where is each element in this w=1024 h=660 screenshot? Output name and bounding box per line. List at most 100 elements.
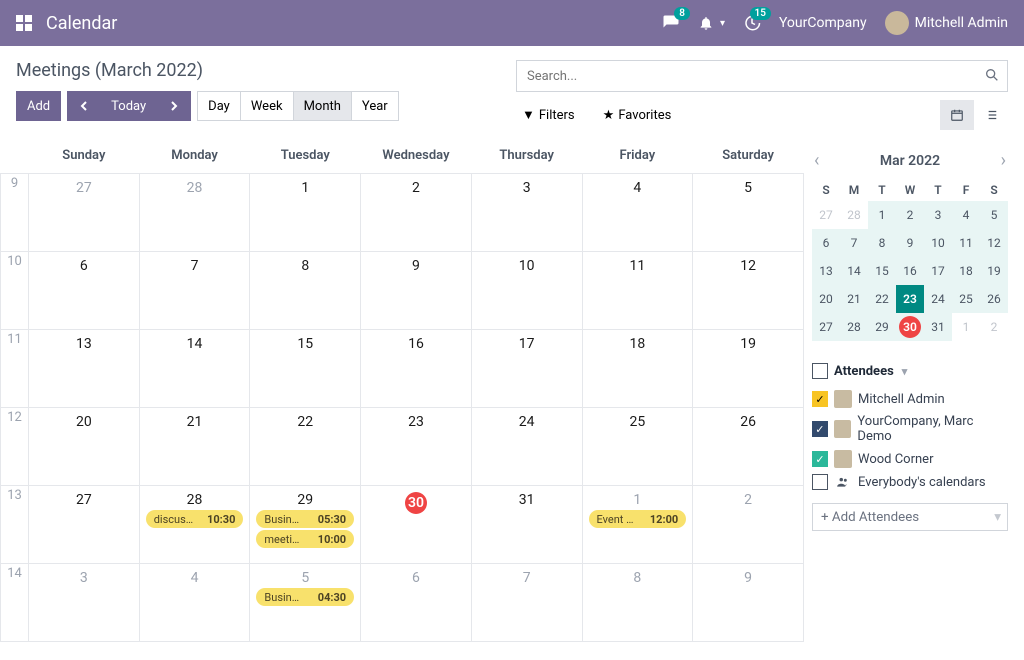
day-cell[interactable]: 2	[361, 174, 472, 252]
filters-button[interactable]: ▼Filters	[516, 100, 581, 130]
attendee-row[interactable]: ✓YourCompany, Marc Demo	[812, 411, 1008, 447]
mini-day[interactable]: 12	[980, 229, 1008, 257]
list-view-button[interactable]	[974, 100, 1008, 130]
mini-day[interactable]: 16	[896, 257, 924, 285]
mini-day[interactable]: 6	[812, 229, 840, 257]
messages-icon[interactable]: 8	[662, 14, 680, 32]
attendee-row[interactable]: ✓Wood Corner	[812, 447, 1008, 471]
day-cell[interactable]: 12	[693, 252, 804, 330]
day-cell[interactable]: 3	[471, 174, 582, 252]
day-cell[interactable]: 6	[361, 564, 472, 642]
mini-day[interactable]: 24	[924, 285, 952, 313]
attendees-toggle-all[interactable]	[812, 363, 828, 379]
user-menu[interactable]: Mitchell Admin	[885, 11, 1008, 35]
search-icon[interactable]	[984, 67, 1000, 83]
day-cell[interactable]: 25	[582, 408, 693, 486]
mini-day[interactable]: 7	[840, 229, 868, 257]
mini-day[interactable]: 28	[840, 313, 868, 341]
view-day-button[interactable]: Day	[197, 91, 241, 121]
mini-next-button[interactable]: ›	[1001, 150, 1006, 171]
mini-day[interactable]: 21	[840, 285, 868, 313]
day-cell[interactable]: 1	[250, 174, 361, 252]
day-cell[interactable]: 4	[139, 564, 250, 642]
attendee-row[interactable]: ✓Mitchell Admin	[812, 387, 1008, 411]
mini-day[interactable]: 11	[952, 229, 980, 257]
day-cell[interactable]: 11	[582, 252, 693, 330]
calendar-event[interactable]: Busin…05:30	[256, 510, 354, 528]
day-cell[interactable]: 5Busin…04:30	[250, 564, 361, 642]
mini-day[interactable]: 8	[868, 229, 896, 257]
activity-icon[interactable]: 15	[743, 14, 761, 32]
day-cell[interactable]: 7	[471, 564, 582, 642]
attendee-checkbox[interactable]: ✓	[812, 421, 828, 437]
add-button[interactable]: Add	[16, 91, 61, 121]
day-cell[interactable]: 1Event …12:00	[582, 486, 693, 564]
day-cell[interactable]: 8	[582, 564, 693, 642]
day-cell[interactable]: 29Busin…05:30meeti…10:00	[250, 486, 361, 564]
mini-day[interactable]: 1	[868, 201, 896, 229]
mini-day[interactable]: 22	[868, 285, 896, 313]
day-cell[interactable]: 9	[693, 564, 804, 642]
day-cell[interactable]: 2	[693, 486, 804, 564]
mini-day[interactable]: 19	[980, 257, 1008, 285]
mini-day[interactable]: 14	[840, 257, 868, 285]
day-cell[interactable]: 15	[250, 330, 361, 408]
view-month-button[interactable]: Month	[294, 91, 352, 121]
mini-day[interactable]: 2	[980, 313, 1008, 341]
attendee-row[interactable]: Everybody's calendars	[812, 471, 1008, 493]
day-cell[interactable]: 3	[29, 564, 140, 642]
day-cell[interactable]: 22	[250, 408, 361, 486]
app-brand[interactable]: Calendar	[46, 13, 117, 34]
day-cell[interactable]: 24	[471, 408, 582, 486]
calendar-view-button[interactable]	[940, 100, 974, 130]
mini-day[interactable]: 25	[952, 285, 980, 313]
mini-day[interactable]: 30	[896, 313, 924, 341]
apps-icon[interactable]	[16, 15, 32, 31]
mini-day[interactable]: 3	[924, 201, 952, 229]
mini-day[interactable]: 13	[812, 257, 840, 285]
attendees-header[interactable]: Attendees ▾	[812, 363, 1008, 379]
mini-day[interactable]: 27	[812, 201, 840, 229]
day-cell[interactable]: 10	[471, 252, 582, 330]
favorites-button[interactable]: ★Favorites	[597, 100, 678, 130]
day-cell[interactable]: 30	[361, 486, 472, 564]
day-cell[interactable]: 14	[139, 330, 250, 408]
calendar-event[interactable]: discus…10:30	[146, 510, 244, 528]
day-cell[interactable]: 21	[139, 408, 250, 486]
mini-day[interactable]: 10	[924, 229, 952, 257]
day-cell[interactable]: 19	[693, 330, 804, 408]
mini-day[interactable]: 5	[980, 201, 1008, 229]
prev-button[interactable]	[67, 91, 101, 121]
day-cell[interactable]: 17	[471, 330, 582, 408]
day-cell[interactable]: 16	[361, 330, 472, 408]
mini-day[interactable]: 27	[812, 313, 840, 341]
notifications-icon[interactable]: ▾	[698, 15, 725, 31]
day-cell[interactable]: 7	[139, 252, 250, 330]
mini-day[interactable]: 20	[812, 285, 840, 313]
day-cell[interactable]: 6	[29, 252, 140, 330]
mini-day[interactable]: 18	[952, 257, 980, 285]
view-year-button[interactable]: Year	[352, 91, 399, 121]
day-cell[interactable]: 27	[29, 174, 140, 252]
mini-day[interactable]: 4	[952, 201, 980, 229]
calendar-event[interactable]: Busin…04:30	[256, 588, 354, 606]
attendee-checkbox[interactable]: ✓	[812, 451, 828, 467]
day-cell[interactable]: 26	[693, 408, 804, 486]
mini-day[interactable]: 28	[840, 201, 868, 229]
calendar-event[interactable]: Event …12:00	[589, 510, 687, 528]
mini-day[interactable]: 23	[896, 285, 924, 313]
mini-prev-button[interactable]: ‹	[814, 150, 819, 171]
mini-day[interactable]: 17	[924, 257, 952, 285]
mini-day[interactable]: 9	[896, 229, 924, 257]
mini-day[interactable]: 1	[952, 313, 980, 341]
next-button[interactable]	[157, 91, 191, 121]
search-input[interactable]	[516, 60, 1008, 92]
day-cell[interactable]: 28	[139, 174, 250, 252]
day-cell[interactable]: 8	[250, 252, 361, 330]
mini-day[interactable]: 29	[868, 313, 896, 341]
day-cell[interactable]: 13	[29, 330, 140, 408]
day-cell[interactable]: 23	[361, 408, 472, 486]
calendar-event[interactable]: meeti…10:00	[256, 530, 354, 548]
attendee-checkbox[interactable]: ✓	[812, 391, 828, 407]
attendee-checkbox[interactable]	[812, 474, 828, 490]
